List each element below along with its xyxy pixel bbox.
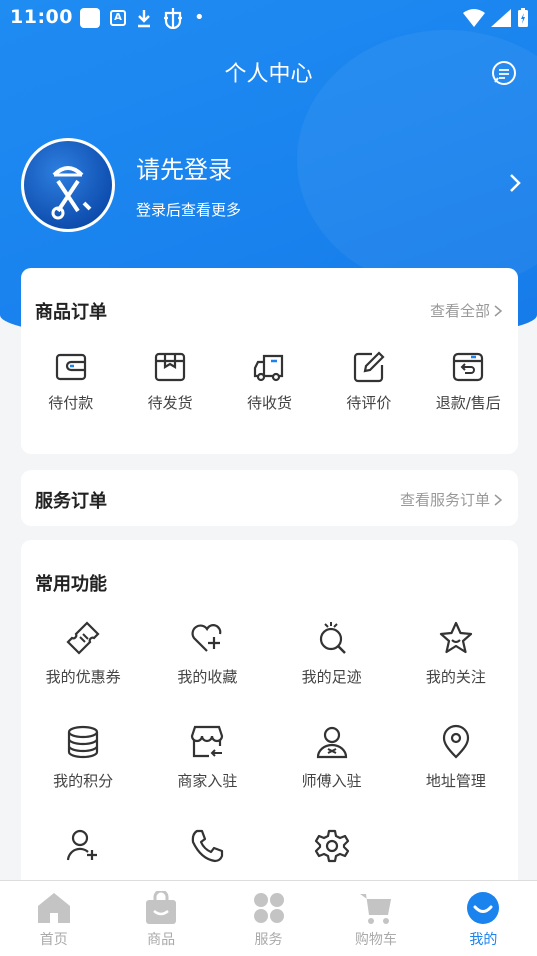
common-functions-title: 常用功能 (35, 574, 107, 595)
order-pending-receipt[interactable]: 待收货 (220, 350, 319, 413)
order-refund-aftersale[interactable]: 退款/售后 (419, 350, 518, 413)
wifi-icon (463, 9, 485, 27)
address-management[interactable]: 地址管理 (394, 724, 518, 828)
my-favorites[interactable]: 我的收藏 (145, 620, 269, 724)
battery-icon (518, 8, 528, 27)
goods-orders-title: 商品订单 (35, 302, 107, 323)
phone-icon (192, 829, 224, 863)
coins-icon (68, 725, 99, 759)
technician-onboarding[interactable]: 师傅入驻 (270, 724, 394, 828)
order-pending-review[interactable]: 待评价 (319, 350, 418, 413)
tab-products[interactable]: 商品 (107, 881, 214, 956)
settings-icon (314, 829, 349, 863)
profile-icon (467, 892, 500, 924)
truck-icon (254, 354, 284, 382)
edit-icon (353, 351, 385, 383)
tab-services[interactable]: 服务 (215, 881, 322, 956)
order-item-label: 待收货 (246, 394, 292, 412)
service-orders-title: 服务订单 (35, 491, 107, 512)
tab-mine[interactable]: 我的 (430, 881, 537, 956)
order-pending-payment[interactable]: 待付款 (21, 350, 120, 413)
page-title: 个人中心 (224, 62, 313, 87)
chevron-right-icon (494, 304, 502, 317)
status-bar: 11:00 A • (0, 0, 537, 36)
my-coupons[interactable]: 我的优惠券 (21, 620, 145, 724)
common-functions-card: 常用功能 我的优惠券 我的收藏 我的足迹 我的关注 我的积分 商家入驻 师傅入驻 (21, 540, 518, 900)
my-points[interactable]: 我的积分 (21, 724, 145, 828)
merchant-onboarding[interactable]: 商家入驻 (145, 724, 269, 828)
chevron-right-icon[interactable] (507, 172, 523, 194)
chevron-right-icon (494, 493, 502, 506)
service-orders-card[interactable]: 服务订单 查看服务订单 (21, 470, 518, 526)
view-service-orders-link[interactable]: 查看服务订单 (400, 489, 502, 510)
tab-label: 服务 (254, 932, 283, 948)
location-icon (442, 724, 469, 759)
coupon-icon (66, 621, 100, 655)
home-icon (37, 893, 70, 923)
tab-label: 商品 (147, 932, 176, 948)
footprint-icon (319, 622, 346, 654)
order-item-label: 退款/售后 (435, 394, 501, 412)
tab-label: 购物车 (354, 932, 397, 948)
function-label: 我的足迹 (301, 668, 362, 686)
user-add-icon (67, 829, 98, 861)
repair-worker-logo-icon (51, 166, 92, 220)
tab-home[interactable]: 首页 (0, 881, 107, 956)
status-dot: • (194, 7, 205, 28)
star-icon (439, 621, 472, 654)
tab-cart[interactable]: 购物车 (322, 881, 429, 956)
avatar[interactable] (21, 138, 115, 232)
order-item-label: 待发货 (147, 394, 193, 412)
a-notification-icon: A (110, 10, 126, 26)
status-time: 11:00 (10, 6, 73, 28)
refund-box-icon (453, 352, 484, 382)
view-all-label: 查看全部 (429, 302, 490, 320)
message-icon[interactable] (491, 60, 517, 86)
package-icon (154, 352, 186, 382)
my-footprints[interactable]: 我的足迹 (270, 620, 394, 724)
function-label: 师傅入驻 (301, 772, 362, 790)
bag-icon (146, 891, 177, 924)
function-label: 商家入驻 (177, 772, 238, 790)
heart-plus-icon (191, 624, 222, 652)
function-label: 我的积分 (53, 772, 114, 790)
goods-orders-card: 商品订单 查看全部 待付款 待发货 待收货 待评价 退款/售后 (21, 268, 518, 454)
function-label: 我的优惠券 (45, 668, 121, 686)
order-item-label: 待付款 (48, 394, 94, 412)
order-item-label: 待评价 (346, 394, 392, 412)
function-label: 地址管理 (425, 772, 486, 790)
login-title[interactable]: 请先登录 (136, 150, 232, 185)
notification-square-icon (80, 8, 100, 28)
worker-icon (316, 726, 347, 759)
grid-icon (253, 893, 284, 923)
bottom-tab-bar: 首页 商品 服务 购物车 我的 (0, 880, 537, 956)
bug-icon (164, 8, 182, 29)
my-follows[interactable]: 我的关注 (394, 620, 518, 724)
login-subtitle: 登录后查看更多 (136, 201, 242, 219)
tab-label: 首页 (39, 932, 68, 948)
order-pending-shipment[interactable]: 待发货 (120, 350, 219, 413)
wallet-icon (55, 353, 86, 381)
view-all-orders-link[interactable]: 查看全部 (430, 300, 502, 321)
function-label: 我的收藏 (177, 668, 238, 686)
shop-icon (191, 725, 224, 758)
tab-label: 我的 (469, 932, 498, 948)
signal-icon (491, 9, 511, 27)
download-icon (138, 10, 150, 28)
function-label: 我的关注 (425, 668, 486, 686)
view-service-orders-label: 查看服务订单 (399, 491, 490, 509)
cart-icon (359, 894, 391, 924)
